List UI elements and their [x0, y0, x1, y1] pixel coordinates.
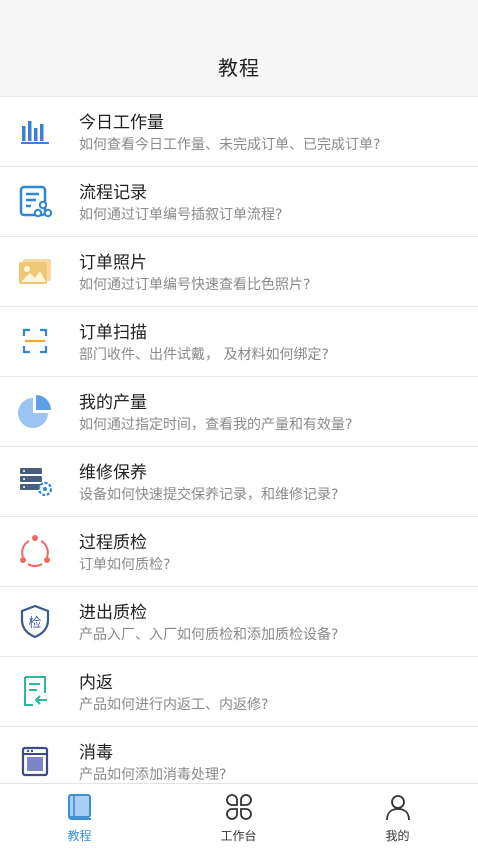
book-icon — [65, 792, 95, 822]
tab-mine[interactable]: 我的 — [318, 784, 477, 851]
list-item-today-workload[interactable]: 今日工作量 如何查看今日工作量、未完成订单、已完成订单? — [0, 97, 478, 167]
list-item-order-photos[interactable]: 订单照片 如何通过订单编号快速查看比色照片? — [0, 237, 478, 307]
list-item-title: 订单扫描 — [79, 323, 147, 343]
bar-chart-icon — [17, 113, 53, 149]
oven-icon — [17, 743, 53, 779]
shield-char: 检 — [28, 616, 41, 631]
scan-icon — [17, 323, 53, 359]
cycle-icon — [17, 533, 53, 569]
list-item-desc: 如何通过订单编号快速查看比色照片? — [79, 277, 311, 293]
list-item-desc: 产品如何添加消毒处理? — [79, 767, 227, 783]
list-item-inout-qc[interactable]: 检 进出质检 产品入厂、入厂如何质检和添加质检设备? — [0, 587, 478, 657]
tab-label: 我的 — [385, 829, 410, 843]
list-item-my-output[interactable]: 我的产量 如何通过指定时间，查看我的产量和有效量? — [0, 377, 478, 447]
shield-inspect-icon: 检 — [17, 603, 53, 639]
list-item-process-qc[interactable]: 过程质检 订单如何质检? — [0, 517, 478, 587]
list-item-desc: 产品如何进行内返工、内返修? — [79, 697, 269, 713]
user-icon — [383, 792, 413, 822]
list-item-order-scan[interactable]: 订单扫描 部门收件、出件试戴， 及材料如何绑定? — [0, 307, 478, 377]
page-title: 教程 — [218, 56, 260, 80]
bottom-tab-bar: 教程 工作台 我的 — [0, 783, 478, 851]
list-item-title: 订单照片 — [79, 253, 147, 273]
grid-clover-icon — [224, 792, 254, 822]
list-item-desc: 部门收件、出件试戴， 及材料如何绑定? — [79, 347, 329, 363]
list-item-title: 进出质检 — [79, 603, 147, 623]
pie-chart-icon — [17, 393, 53, 429]
list-item-title: 我的产量 — [79, 393, 147, 413]
list-item-process-record[interactable]: 流程记录 如何通过订单编号插叙订单流程? — [0, 167, 478, 237]
process-record-icon — [17, 183, 53, 219]
list-item-desc: 如何通过指定时间，查看我的产量和有效量? — [79, 417, 353, 433]
list-item-title: 内返 — [79, 673, 113, 693]
photo-icon — [17, 253, 53, 289]
list-item-maintenance[interactable]: 维修保养 设备如何快速提交保养记录，和维修记录? — [0, 447, 478, 517]
tab-label: 工作台 — [220, 829, 257, 843]
list-item-title: 今日工作量 — [79, 113, 164, 133]
list-item-internal-return[interactable]: 内返 产品如何进行内返工、内返修? — [0, 657, 478, 727]
tab-tutorial[interactable]: 教程 — [0, 784, 159, 851]
list-item-title: 流程记录 — [79, 183, 147, 203]
list-item-title: 过程质检 — [79, 533, 147, 553]
list-item-desc: 如何通过订单编号插叙订单流程? — [79, 207, 283, 223]
tutorial-list: 今日工作量 如何查看今日工作量、未完成订单、已完成订单? 流程记录 如何通过订单… — [0, 97, 478, 797]
server-gear-icon — [17, 463, 53, 499]
list-item-title: 消毒 — [79, 743, 113, 763]
list-item-title: 维修保养 — [79, 463, 147, 483]
header-bar: 教程 — [0, 0, 478, 97]
list-item-desc: 产品入厂、入厂如何质检和添加质检设备? — [79, 627, 339, 643]
list-item-desc: 如何查看今日工作量、未完成订单、已完成订单? — [79, 137, 381, 153]
tab-workbench[interactable]: 工作台 — [159, 784, 318, 851]
list-item-desc: 设备如何快速提交保养记录，和维修记录? — [79, 487, 339, 503]
return-doc-icon — [17, 673, 53, 709]
list-item-desc: 订单如何质检? — [79, 557, 171, 573]
tab-label: 教程 — [67, 829, 92, 843]
